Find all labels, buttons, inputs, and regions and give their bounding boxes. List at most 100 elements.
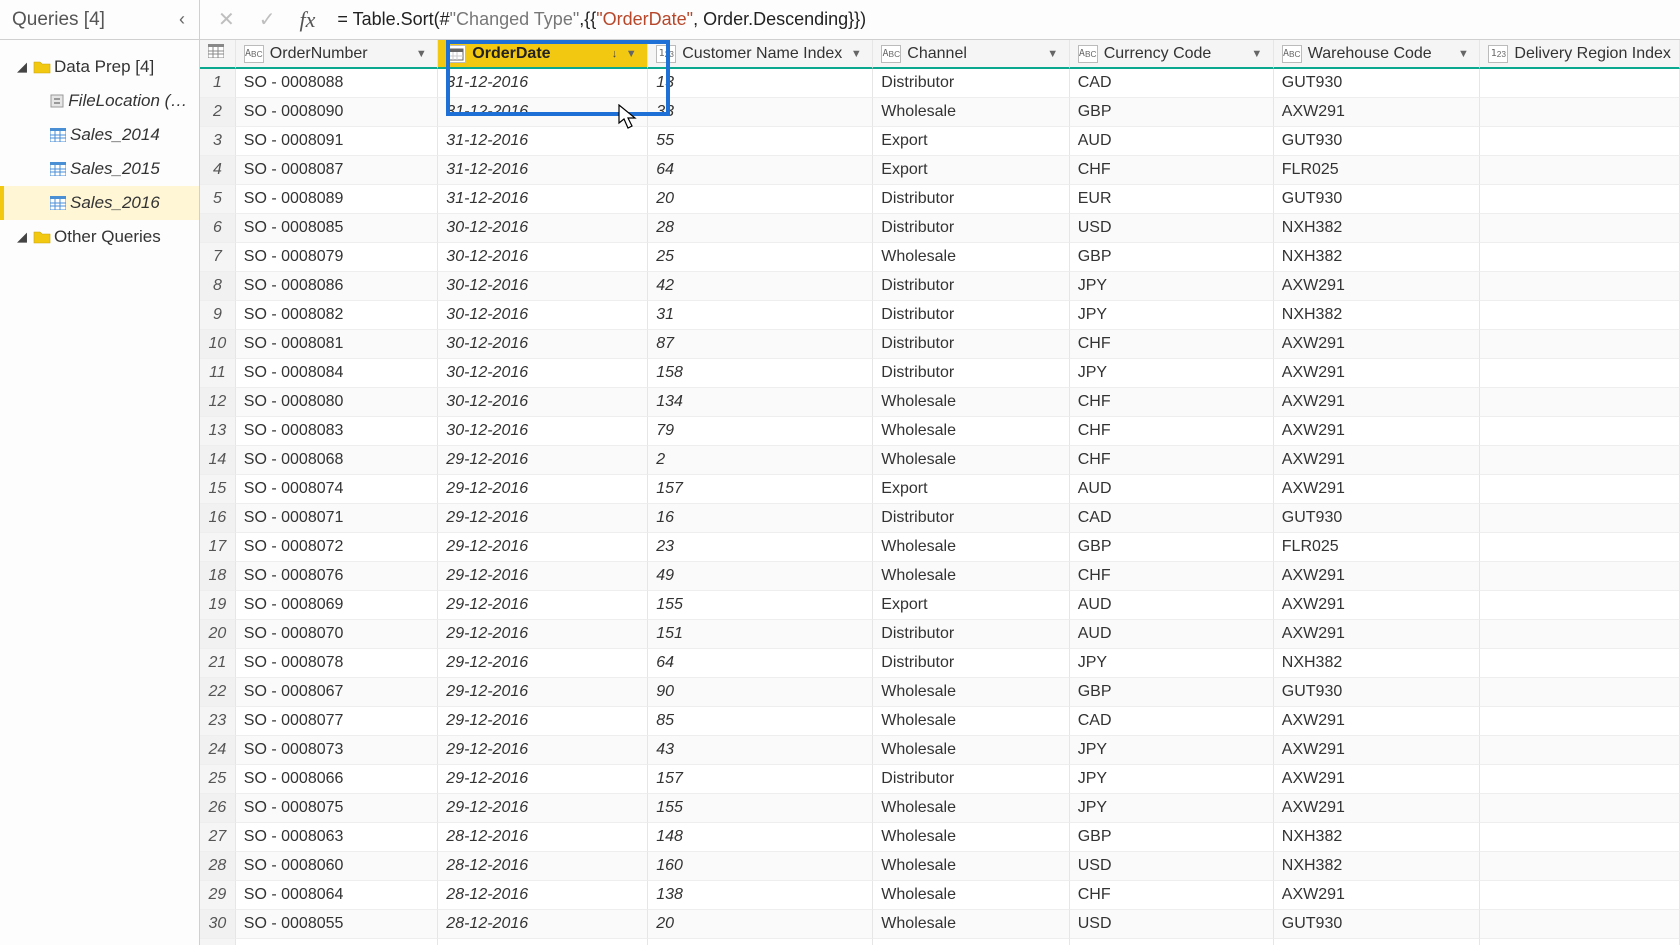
cell-channel[interactable]: Wholesale xyxy=(873,794,1069,823)
fx-icon[interactable]: fx xyxy=(300,7,316,33)
cell-ordernumber[interactable]: SO - 0008071 xyxy=(236,504,439,533)
row-number[interactable]: 16 xyxy=(200,504,236,533)
row-number[interactable]: 17 xyxy=(200,533,236,562)
cell-custidx[interactable]: 157 xyxy=(648,475,873,504)
cell-ordernumber[interactable]: SO - 0008063 xyxy=(236,823,439,852)
cell-warehouse[interactable]: AXW291 xyxy=(1274,475,1481,504)
cell-warehouse[interactable]: NXH382 xyxy=(1274,214,1481,243)
cell-warehouse[interactable]: GUT930 xyxy=(1274,910,1481,939)
column-header-currency[interactable]: ABC Currency Code ▼ xyxy=(1070,40,1274,69)
table-row[interactable]: 17SO - 000807229-12-201623WholesaleGBPFL… xyxy=(200,533,1680,562)
cell-currency[interactable]: CHF xyxy=(1070,156,1274,185)
cell-warehouse[interactable]: GUT930 xyxy=(1274,185,1481,214)
cell-custidx[interactable]: 64 xyxy=(648,156,873,185)
cell-channel[interactable]: Distributor xyxy=(873,765,1069,794)
cell-ordernumber[interactable]: SO - 0008082 xyxy=(236,301,439,330)
row-number[interactable]: 26 xyxy=(200,794,236,823)
table-row[interactable]: 29SO - 000806428-12-2016138WholesaleCHFA… xyxy=(200,881,1680,910)
row-number[interactable]: 4 xyxy=(200,156,236,185)
table-row[interactable]: 24SO - 000807329-12-201643WholesaleJPYAX… xyxy=(200,736,1680,765)
type-number-icon[interactable]: 123 xyxy=(1488,45,1508,63)
cell-ordernumber[interactable]: SO - 0008076 xyxy=(236,562,439,591)
cell-warehouse[interactable]: AXW291 xyxy=(1274,591,1481,620)
cell-channel[interactable]: Wholesale xyxy=(873,243,1069,272)
cell-orderdate[interactable]: 29-12-2016 xyxy=(438,533,648,562)
cell-warehouse[interactable]: AXW291 xyxy=(1274,359,1481,388)
cell-orderdate[interactable]: 29-12-2016 xyxy=(438,678,648,707)
cell-channel[interactable]: Distributor xyxy=(873,649,1069,678)
folder-other-queries[interactable]: ◢ Other Queries xyxy=(0,220,199,254)
cell-warehouse[interactable]: AXW291 xyxy=(1274,446,1481,475)
cell-currency[interactable]: JPY xyxy=(1070,272,1274,301)
cell-region[interactable] xyxy=(1480,678,1680,707)
cell-warehouse[interactable]: NXH382 xyxy=(1274,939,1481,945)
cell-channel[interactable]: Wholesale xyxy=(873,736,1069,765)
cell-ordernumber[interactable]: SO - 0008067 xyxy=(236,678,439,707)
folder-toggle-icon[interactable]: ◢ xyxy=(14,229,30,245)
cell-region[interactable] xyxy=(1480,156,1680,185)
cell-region[interactable] xyxy=(1480,562,1680,591)
cell-ordernumber[interactable]: SO - 0008079 xyxy=(236,243,439,272)
cell-orderdate[interactable]: 31-12-2016 xyxy=(438,127,648,156)
column-header-customer-index[interactable]: 123 Customer Name Index ▼ xyxy=(648,40,873,69)
cell-region[interactable] xyxy=(1480,475,1680,504)
cell-region[interactable] xyxy=(1480,243,1680,272)
row-number[interactable]: 1 xyxy=(200,69,236,98)
cell-ordernumber[interactable]: SO - 0008072 xyxy=(236,533,439,562)
table-row[interactable]: 4SO - 000808731-12-201664ExportCHFFLR025 xyxy=(200,156,1680,185)
query-sales-2015[interactable]: Sales_2015 xyxy=(0,152,199,186)
cell-warehouse[interactable]: AXW291 xyxy=(1274,330,1481,359)
row-number[interactable]: 8 xyxy=(200,272,236,301)
formula-input[interactable]: = Table.Sort(#"Changed Type",{{"OrderDat… xyxy=(333,9,866,31)
cell-warehouse[interactable]: AXW291 xyxy=(1274,98,1481,127)
cell-warehouse[interactable]: AXW291 xyxy=(1274,881,1481,910)
cell-custidx[interactable]: 33 xyxy=(648,98,873,127)
cell-region[interactable] xyxy=(1480,939,1680,945)
column-header-region[interactable]: 123 Delivery Region Index xyxy=(1480,40,1680,69)
cell-currency[interactable]: USD xyxy=(1070,910,1274,939)
cell-orderdate[interactable]: 30-12-2016 xyxy=(438,272,648,301)
table-row[interactable]: 27SO - 000806328-12-2016148WholesaleGBPN… xyxy=(200,823,1680,852)
type-text-icon[interactable]: ABC xyxy=(881,45,901,63)
column-header-channel[interactable]: ABC Channel ▼ xyxy=(873,40,1069,69)
cell-currency[interactable]: GBP xyxy=(1070,98,1274,127)
cell-ordernumber[interactable]: SO - 0008077 xyxy=(236,707,439,736)
cell-warehouse[interactable]: NXH382 xyxy=(1274,243,1481,272)
cell-ordernumber[interactable]: SO - 0008083 xyxy=(236,417,439,446)
row-number[interactable]: 18 xyxy=(200,562,236,591)
row-number[interactable]: 23 xyxy=(200,707,236,736)
cell-channel[interactable]: Distributor xyxy=(873,330,1069,359)
type-text-icon[interactable]: ABC xyxy=(1282,45,1302,63)
cell-channel[interactable]: Wholesale xyxy=(873,910,1069,939)
cell-custidx[interactable]: 13 xyxy=(648,69,873,98)
cell-orderdate[interactable]: 30-12-2016 xyxy=(438,359,648,388)
cell-orderdate[interactable]: 29-12-2016 xyxy=(438,736,648,765)
cell-currency[interactable]: CHF xyxy=(1070,881,1274,910)
cell-orderdate[interactable]: 29-12-2016 xyxy=(438,707,648,736)
cell-channel[interactable]: Wholesale xyxy=(873,678,1069,707)
table-row[interactable]: 6SO - 000808530-12-201628DistributorUSDN… xyxy=(200,214,1680,243)
row-number[interactable]: 5 xyxy=(200,185,236,214)
table-row[interactable]: 5SO - 000808931-12-201620DistributorEURG… xyxy=(200,185,1680,214)
row-number[interactable]: 20 xyxy=(200,620,236,649)
cell-orderdate[interactable]: 31-12-2016 xyxy=(438,98,648,127)
cell-ordernumber[interactable]: SO - 0008084 xyxy=(236,359,439,388)
cell-custidx[interactable]: 155 xyxy=(648,794,873,823)
cell-region[interactable] xyxy=(1480,272,1680,301)
cell-custidx[interactable]: 90 xyxy=(648,678,873,707)
cell-currency[interactable]: CAD xyxy=(1070,69,1274,98)
cell-channel[interactable]: Distributor xyxy=(873,272,1069,301)
cell-orderdate[interactable]: 30-12-2016 xyxy=(438,243,648,272)
cell-region[interactable] xyxy=(1480,533,1680,562)
cell-orderdate[interactable]: 31-12-2016 xyxy=(438,69,648,98)
column-header-warehouse[interactable]: ABC Warehouse Code ▼ xyxy=(1274,40,1481,69)
column-header-orderdate[interactable]: OrderDate ↓ ▼ xyxy=(438,40,648,69)
cell-custidx[interactable]: 151 xyxy=(648,620,873,649)
cell-custidx[interactable]: 42 xyxy=(648,272,873,301)
cell-custidx[interactable]: 158 xyxy=(648,359,873,388)
cell-region[interactable] xyxy=(1480,185,1680,214)
cell-region[interactable] xyxy=(1480,707,1680,736)
filter-dropdown-icon[interactable]: ▼ xyxy=(623,46,639,62)
cell-orderdate[interactable]: 29-12-2016 xyxy=(438,446,648,475)
row-number[interactable]: 13 xyxy=(200,417,236,446)
